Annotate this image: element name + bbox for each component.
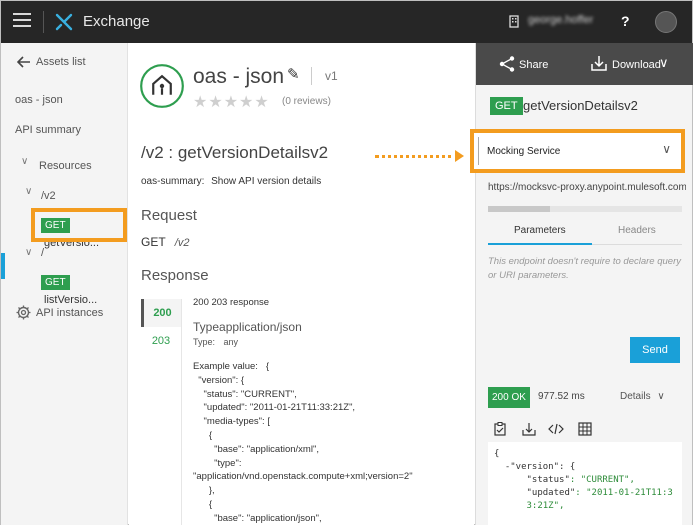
code-line: {: [494, 449, 500, 459]
tab-headers[interactable]: Headers: [618, 225, 656, 236]
username[interactable]: george.hoffer: [528, 14, 593, 26]
request-heading: Request: [141, 207, 197, 224]
code-value: : "CURRENT",: [569, 475, 635, 485]
table-icon[interactable]: [578, 422, 592, 436]
panel-toolbar: Share Download ∨: [476, 43, 693, 85]
divider: [311, 67, 312, 85]
download-button[interactable]: Download: [612, 59, 661, 71]
topbar-divider: [43, 11, 44, 33]
main-content: oas - json ✎ v1 ★★★★★ (0 reviews) /v2 : …: [129, 43, 474, 525]
example-value: Example value: { "version": { "status": …: [193, 361, 413, 524]
annotation-arrow-head: [455, 150, 464, 162]
code-icon[interactable]: [548, 422, 564, 436]
chevron-down-icon[interactable]: ∨: [25, 247, 32, 258]
status-badge: 200 OK: [488, 387, 530, 408]
top-bar: Exchange george.hoffer ?: [1, 1, 692, 43]
annotation-arrow: [375, 155, 459, 158]
response-toolbar: [494, 422, 614, 438]
scrollbar-thumb[interactable]: [488, 206, 551, 212]
send-button[interactable]: Send: [630, 337, 680, 363]
horizontal-scrollbar[interactable]: [488, 206, 682, 212]
selection-indicator: [1, 253, 5, 279]
code-value: 3:21Z",: [494, 501, 565, 511]
code-key: "status": [494, 475, 570, 485]
menu-icon[interactable]: [13, 13, 31, 29]
endpoint-title: /v2 : getVersionDetailsv2: [141, 143, 329, 162]
type-heading: Typeapplication/json: [193, 320, 302, 334]
help-icon[interactable]: ?: [621, 13, 630, 29]
summary-text: Show API version details: [211, 176, 322, 187]
sidebar-item-listversions[interactable]: GET listVersio...: [41, 272, 127, 308]
share-button[interactable]: Share: [519, 59, 548, 71]
request-method: GET: [141, 235, 166, 249]
code-key: "updated": [494, 488, 576, 498]
response-code-tab[interactable]: 203: [141, 327, 181, 355]
asset-name-link[interactable]: oas - json: [15, 94, 63, 106]
active-tab-underline: [488, 243, 592, 245]
business-group-icon[interactable]: [509, 14, 521, 28]
select-inner: Mocking Service ∨: [478, 137, 677, 165]
download-icon[interactable]: [590, 54, 608, 72]
select-value: Mocking Service: [487, 146, 561, 157]
operation-label: listVersio...: [44, 294, 98, 306]
download-icon[interactable]: [522, 422, 536, 436]
tab-parameters[interactable]: Parameters: [514, 225, 566, 236]
try-it-panel: Share Download ∨ GET getVersionDetailsv2…: [470, 43, 693, 525]
request-line: GET /v2: [141, 235, 189, 249]
avatar[interactable]: [655, 11, 677, 33]
clipboard-icon[interactable]: [494, 422, 506, 436]
no-parameters-message: This endpoint doesn't require to declare…: [488, 256, 681, 281]
version-label: v1: [325, 69, 338, 83]
back-arrow-icon[interactable]: [17, 56, 31, 68]
type-label: Type:: [193, 337, 216, 347]
response-code-list: 200 203: [141, 299, 181, 355]
response-code-panel[interactable]: { -"version": { "status": "CURRENT", "up…: [488, 442, 682, 525]
details-toggle[interactable]: Details ∨: [620, 391, 665, 402]
request-tabs: Parameters Headers: [488, 221, 682, 245]
chevron-down-icon[interactable]: ∨: [21, 156, 28, 167]
summary-label: oas-summary:: [141, 176, 205, 187]
latency: 977.52 ms: [538, 391, 585, 402]
assets-list-link[interactable]: Assets list: [36, 56, 86, 68]
request-url[interactable]: https://mocksvc-proxy.anypoint.mulesoft.…: [488, 182, 686, 193]
response-description: 200 203 response: [193, 297, 270, 308]
chevron-down-icon: ∨: [662, 142, 671, 156]
operation-title: getVersionDetailsv2: [523, 98, 638, 113]
share-icon[interactable]: [498, 55, 516, 73]
chevron-down-icon: ∨: [657, 391, 665, 402]
resource-v2[interactable]: /v2: [41, 190, 56, 202]
type-value-text: any: [223, 337, 239, 347]
mocking-service-select[interactable]: Mocking Service ∨: [470, 129, 685, 173]
edit-pencil-icon[interactable]: ✎: [287, 65, 300, 83]
highlight-box: [31, 208, 127, 242]
resources-link[interactable]: Resources: [39, 160, 92, 172]
oas-summary: oas-summary: Show API version details: [141, 176, 321, 187]
details-label: Details: [620, 391, 651, 402]
reviews-count[interactable]: (0 reviews): [282, 96, 331, 107]
gear-icon[interactable]: [16, 305, 31, 320]
type-value: Type: any: [193, 337, 238, 347]
response-divider: [181, 299, 182, 525]
exchange-logo-icon[interactable]: [55, 12, 75, 32]
get-method-badge: GET: [490, 97, 523, 115]
chevron-down-icon[interactable]: ∨: [25, 186, 32, 197]
response-code-tab[interactable]: 200: [141, 299, 181, 327]
request-path: /v2: [174, 237, 190, 249]
rating-stars[interactable]: ★★★★★: [193, 92, 270, 112]
left-sidebar: Assets list oas - json API summary ∨ Res…: [1, 43, 128, 525]
code-line: -"version": {: [494, 462, 576, 472]
api-instances-link[interactable]: API instances: [36, 307, 103, 319]
api-summary-link[interactable]: API summary: [15, 124, 81, 136]
resource-root[interactable]: /: [41, 247, 44, 259]
app-title[interactable]: Exchange: [83, 13, 150, 30]
chevron-down-icon[interactable]: ∨: [659, 55, 669, 71]
get-method-badge: GET: [41, 275, 70, 290]
code-value: : "2011-01-21T11:3: [575, 488, 673, 498]
response-heading: Response: [141, 267, 209, 284]
page-title: oas - json: [193, 65, 285, 88]
api-logo-icon: [140, 64, 184, 108]
